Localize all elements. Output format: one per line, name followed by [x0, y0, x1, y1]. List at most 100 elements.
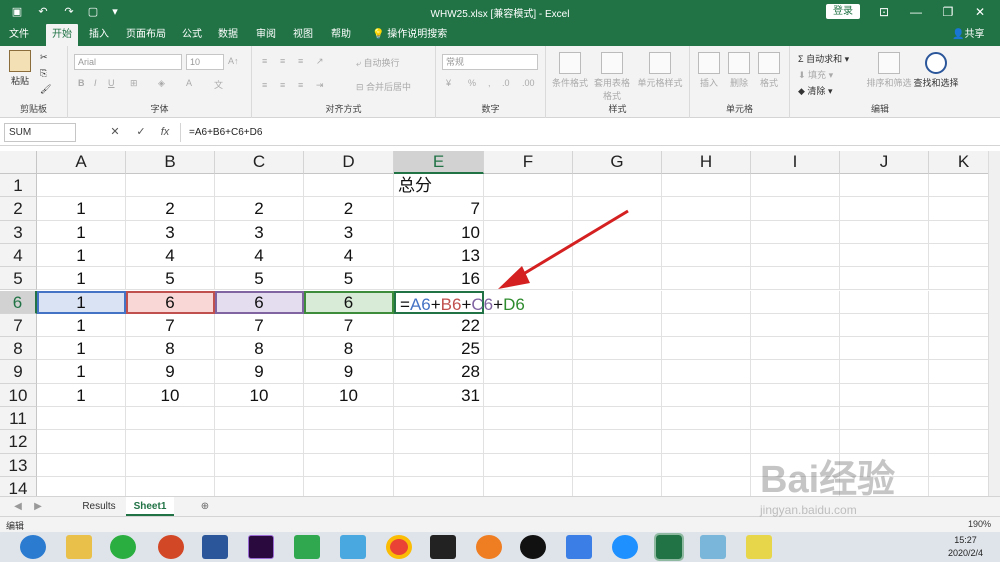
- indent-icon[interactable]: ⇥: [316, 80, 324, 91]
- fill-button[interactable]: ⬇ 填充 ▾: [798, 68, 833, 81]
- cell[interactable]: [929, 197, 988, 221]
- cell[interactable]: [751, 360, 840, 384]
- next-sheet-icon[interactable]: ▶: [30, 497, 46, 516]
- cell[interactable]: [840, 383, 929, 407]
- close-icon[interactable]: ✕: [968, 3, 992, 21]
- cell[interactable]: [304, 453, 394, 477]
- percent-icon[interactable]: %: [468, 78, 476, 88]
- cell[interactable]: [484, 174, 573, 198]
- cell[interactable]: [662, 197, 751, 221]
- cell-a4[interactable]: 1: [37, 243, 126, 268]
- autosum-button[interactable]: Σ 自动求和 ▾: [798, 52, 849, 65]
- column-header-i[interactable]: I: [751, 151, 840, 174]
- cell[interactable]: [929, 314, 988, 338]
- cell-e1[interactable]: 总分: [394, 174, 484, 198]
- cell-c6[interactable]: 6: [215, 290, 304, 314]
- cell[interactable]: [751, 383, 840, 407]
- cell-b6[interactable]: 6: [126, 290, 215, 314]
- app2-icon[interactable]: [476, 535, 502, 559]
- border-icon[interactable]: ⊞: [130, 78, 138, 89]
- tab-view[interactable]: 视图: [288, 24, 318, 46]
- row-header-9[interactable]: 9: [0, 360, 37, 384]
- cell-d9[interactable]: 9: [304, 360, 394, 384]
- cell-a9[interactable]: 1: [37, 360, 126, 384]
- fill-color-icon[interactable]: ◈: [158, 78, 165, 89]
- cell[interactable]: [573, 290, 662, 314]
- cell[interactable]: [573, 267, 662, 291]
- cell-e4[interactable]: 13: [394, 243, 484, 268]
- cell[interactable]: [840, 313, 929, 338]
- minimize-icon[interactable]: —: [904, 3, 928, 21]
- cell[interactable]: [394, 430, 484, 454]
- row-header-1[interactable]: 1: [0, 174, 37, 198]
- cell-d4[interactable]: 4: [304, 243, 394, 268]
- cell[interactable]: [929, 454, 988, 477]
- cell-c8[interactable]: 8: [215, 337, 304, 361]
- font-name-combo[interactable]: Arial: [74, 54, 182, 70]
- cell[interactable]: [929, 267, 988, 291]
- premiere-icon[interactable]: [248, 535, 274, 559]
- cell[interactable]: [840, 407, 929, 431]
- cell[interactable]: [662, 243, 751, 268]
- cell[interactable]: [304, 476, 394, 496]
- cell[interactable]: [573, 337, 662, 361]
- orientation-icon[interactable]: ↗: [316, 56, 324, 67]
- cell-b5[interactable]: 5: [126, 267, 215, 291]
- cell[interactable]: [304, 407, 394, 431]
- cell[interactable]: [662, 383, 751, 407]
- cell-a8[interactable]: 1: [37, 337, 126, 361]
- cell[interactable]: [662, 267, 751, 291]
- cell-a2[interactable]: 1: [37, 197, 126, 221]
- cell[interactable]: [573, 383, 662, 407]
- column-header-a[interactable]: A: [37, 151, 126, 174]
- format-cells-button[interactable]: 格式: [754, 52, 784, 89]
- cell[interactable]: [484, 267, 573, 291]
- format-as-table-button[interactable]: 套用表格格式: [592, 52, 632, 102]
- wechat-icon[interactable]: [110, 535, 136, 559]
- cell[interactable]: [573, 174, 662, 198]
- cell[interactable]: [662, 360, 751, 384]
- cell-e6-editing[interactable]: =A6+B6+C6+D6: [394, 290, 525, 314]
- cell[interactable]: [662, 220, 751, 244]
- chrome-icon[interactable]: [386, 535, 412, 559]
- powerpoint-icon[interactable]: [158, 535, 184, 559]
- add-sheet-icon[interactable]: ⊕: [196, 497, 214, 516]
- cell[interactable]: [751, 267, 840, 291]
- row-header-11[interactable]: 11: [0, 407, 37, 431]
- cell[interactable]: [662, 430, 751, 454]
- row-header-8[interactable]: 8: [0, 337, 37, 361]
- cell[interactable]: [484, 197, 573, 221]
- cell[interactable]: [929, 360, 988, 384]
- prev-sheet-icon[interactable]: ◀: [10, 497, 26, 516]
- vertical-scrollbar[interactable]: [988, 151, 1000, 496]
- cell[interactable]: [840, 220, 929, 244]
- decrease-decimal-icon[interactable]: .00: [522, 78, 535, 88]
- column-header-e[interactable]: E: [394, 151, 484, 174]
- cell-b9[interactable]: 9: [126, 360, 215, 384]
- cell-d3[interactable]: 3: [304, 220, 394, 244]
- cell[interactable]: [929, 174, 988, 198]
- video-editor-icon[interactable]: [430, 535, 456, 559]
- app3-icon[interactable]: [700, 535, 726, 559]
- format-painter-icon[interactable]: 🖌: [40, 84, 51, 95]
- cell-e10[interactable]: 31: [394, 383, 484, 407]
- tab-data[interactable]: 数据: [214, 24, 242, 46]
- cell-d6[interactable]: 6: [304, 290, 394, 314]
- cell-b8[interactable]: 8: [126, 337, 215, 361]
- tab-file[interactable]: 文件: [4, 24, 34, 46]
- cell-a5[interactable]: 1: [37, 267, 126, 291]
- qq-icon[interactable]: [520, 535, 546, 559]
- cell[interactable]: [37, 476, 126, 496]
- share-button[interactable]: 👤共享: [952, 24, 984, 46]
- font-grow-icon[interactable]: A↑: [228, 56, 239, 66]
- cell[interactable]: [573, 476, 662, 496]
- cell[interactable]: [484, 360, 573, 384]
- font-color-icon[interactable]: A: [186, 78, 192, 88]
- sheet-tab-results[interactable]: Results: [74, 497, 124, 516]
- cell[interactable]: [929, 430, 988, 454]
- select-all-corner[interactable]: [0, 151, 37, 174]
- sheet-tab-sheet1[interactable]: Sheet1: [126, 497, 174, 516]
- cell[interactable]: [840, 476, 929, 496]
- column-header-j[interactable]: J: [840, 151, 929, 174]
- clear-button[interactable]: ◆ 清除 ▾: [798, 84, 832, 97]
